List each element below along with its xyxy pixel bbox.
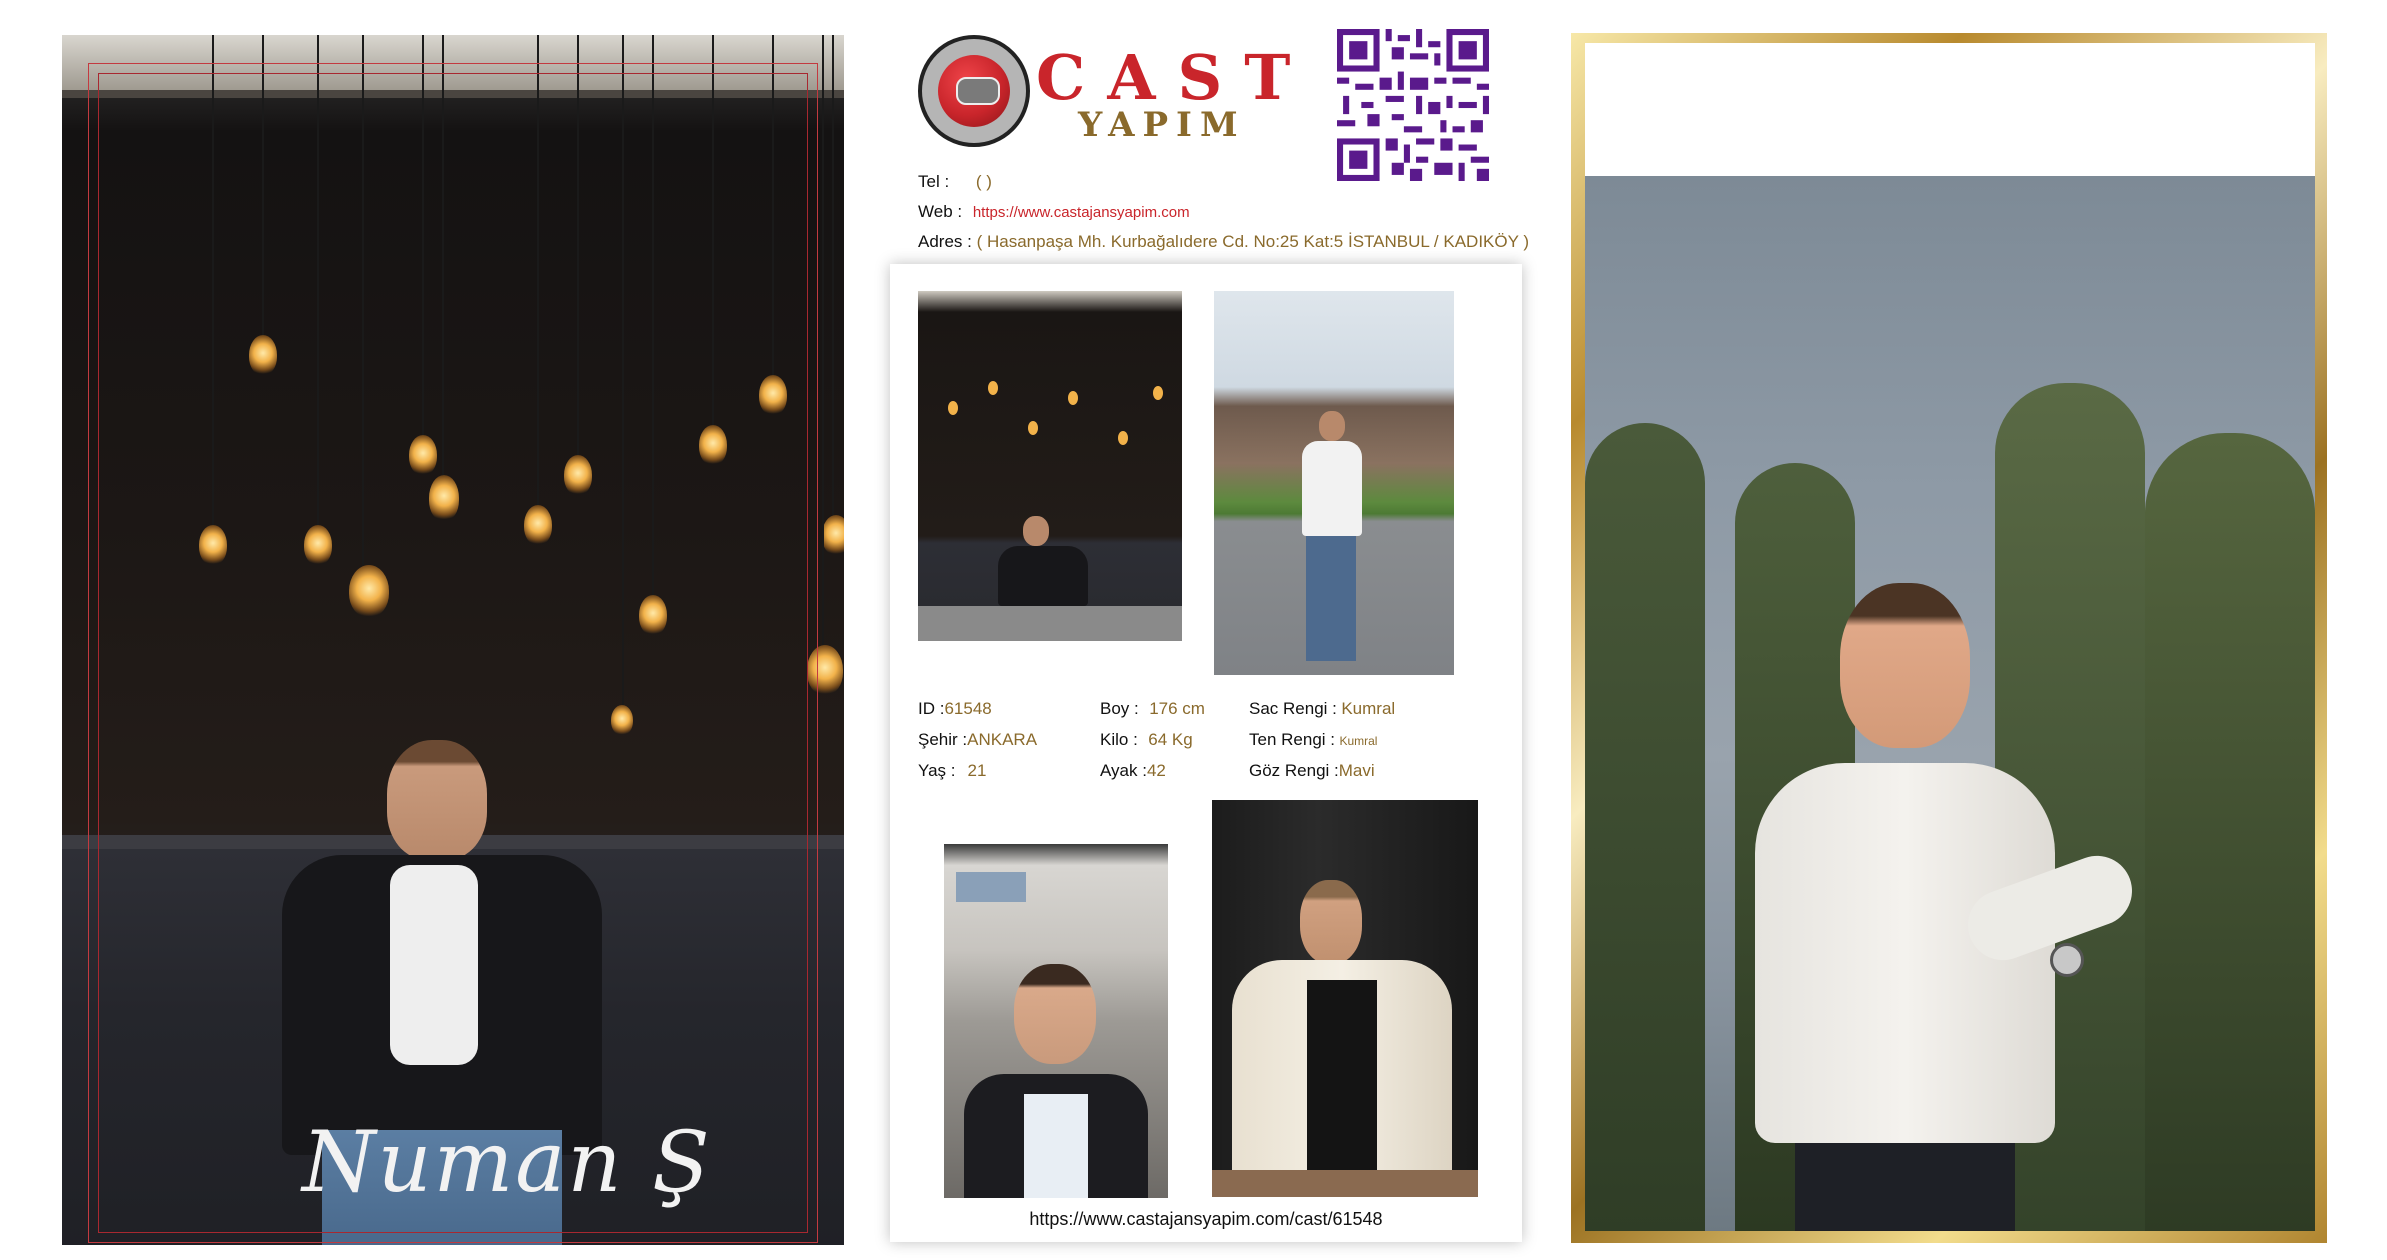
- brand-bottom-text: YAPIM: [1078, 105, 1246, 145]
- stat-weight: Kilo : 64 Kg: [1100, 730, 1193, 749]
- stat-hair: Sac Rengi : Kumral: [1249, 699, 1396, 718]
- main-photo-right: [1585, 43, 2315, 1231]
- height-value: 176 cm: [1149, 699, 1205, 718]
- id-value: 61548: [944, 699, 992, 718]
- thumbnail-photo-bulbs[interactable]: [918, 291, 1182, 641]
- cypress-tree: [2145, 433, 2315, 1231]
- cast-logo-icon: [918, 35, 1030, 147]
- stat-foot: Ayak :42: [1100, 761, 1166, 780]
- stats-col-3: Sac Rengi : Kumral Ten Rengi : Kumral Gö…: [1249, 694, 1395, 787]
- hair-value: Kumral: [1341, 699, 1396, 718]
- stat-height: Boy : 176 cm: [1100, 699, 1205, 718]
- city-value: ANKARA: [967, 730, 1038, 749]
- profile-url[interactable]: https://www.castajansyapim.com/cast/6154…: [890, 1209, 1522, 1230]
- stat-eye: Göz Rengi :Mavi: [1249, 761, 1375, 780]
- address-label: Adres :: [918, 232, 972, 251]
- main-photo-left: Numan Ş: [62, 35, 844, 1245]
- cast-logo: CAST YAPIM: [918, 35, 1290, 150]
- brand-top-text: CAST: [1036, 41, 1313, 114]
- person-right: [1715, 543, 2142, 1231]
- stats-col-1: ID :61548 Şehir :ANKARA Yaş :21: [918, 694, 1037, 787]
- model-name-signature: Numan Ş: [302, 1113, 712, 1211]
- skin-value: Kumral: [1339, 734, 1378, 748]
- stat-city: Şehir :ANKARA: [918, 730, 1038, 749]
- foot-value: 42: [1146, 761, 1166, 780]
- weight-value: 64 Kg: [1148, 730, 1193, 749]
- age-value: 21: [967, 761, 987, 780]
- contact-address: Adres : ( Hasanpaşa Mh. Kurbağalıdere Cd…: [918, 232, 1529, 252]
- stat-age: Yaş :21: [918, 761, 987, 780]
- thumbnail-photo-car-selfie[interactable]: [944, 844, 1168, 1198]
- web-label: Web :: [918, 202, 963, 221]
- eye-value: Mavi: [1338, 761, 1375, 780]
- cypress-tree: [1585, 423, 1705, 1231]
- tel-value: ( ): [975, 172, 992, 191]
- gold-frame: [1571, 33, 2327, 1243]
- thumbnail-photo-jacket[interactable]: [1212, 800, 1478, 1197]
- address-value: ( Hasanpaşa Mh. Kurbağalıdere Cd. No:25 …: [976, 232, 1530, 251]
- stats-col-2: Boy : 176 cm Kilo : 64 Kg Ayak :42: [1100, 694, 1205, 787]
- info-card: ID :61548 Şehir :ANKARA Yaş :21 Boy : 17…: [890, 264, 1522, 1242]
- web-link[interactable]: https://www.castajansyapim.com: [973, 204, 1190, 221]
- watch: [2050, 943, 2084, 977]
- contact-tel: Tel : ( ): [918, 172, 992, 192]
- contact-web: Web : https://www.castajansyapim.com: [918, 202, 1190, 222]
- thumbnail-photo-parking[interactable]: [1214, 291, 1454, 675]
- qr-code-icon: [1337, 29, 1489, 181]
- stat-id: ID :61548: [918, 699, 992, 718]
- stat-skin: Ten Rengi : Kumral: [1249, 730, 1378, 749]
- tel-label: Tel :: [918, 172, 950, 191]
